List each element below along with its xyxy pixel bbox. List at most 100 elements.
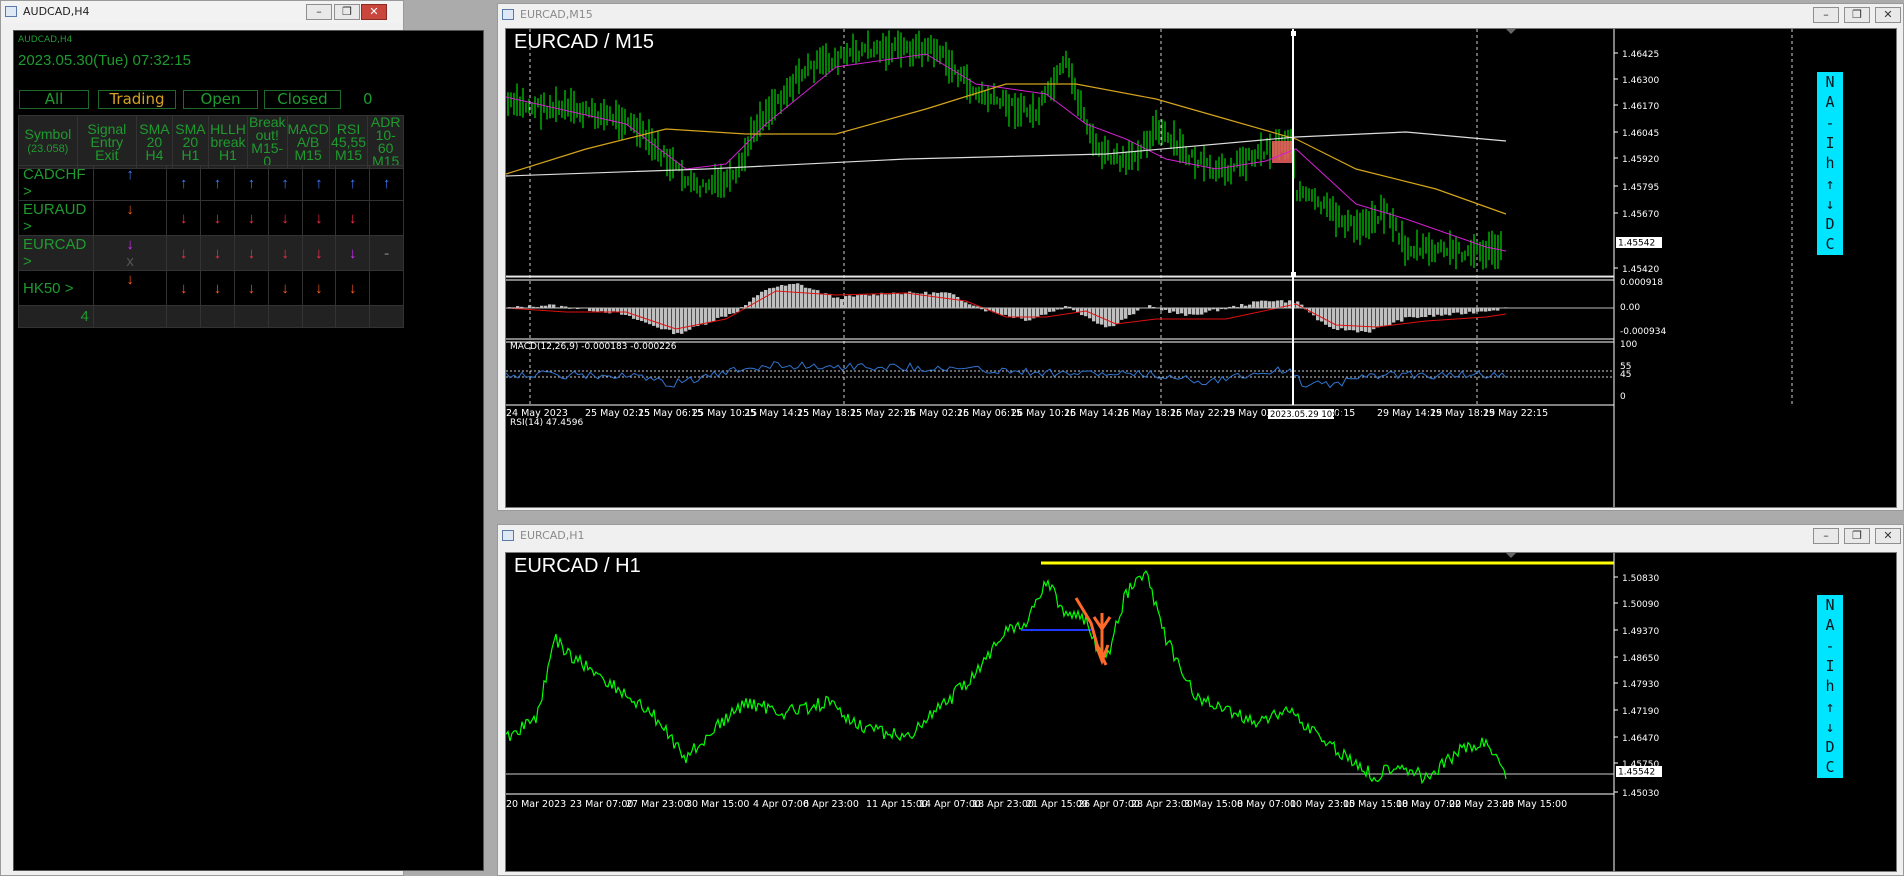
filter-tab-all[interactable]: All bbox=[19, 90, 89, 109]
h1-chart[interactable]: 1.50830 1.50090 1.49370 1.48650 1.47930 1.471… bbox=[505, 552, 1897, 872]
row-expand-icon[interactable]: > bbox=[23, 253, 32, 270]
restore-button[interactable]: ❐ bbox=[334, 4, 360, 20]
m15-chart[interactable]: 1.46425 1.46300 1.46170 1.46045 1.45920 1.457… bbox=[505, 28, 1897, 508]
close-button[interactable]: ✕ bbox=[1875, 7, 1901, 23]
macd-histogram-bar bbox=[724, 308, 728, 317]
macd-histogram-bar bbox=[636, 308, 640, 320]
macd-histogram-bar bbox=[1264, 300, 1268, 308]
macd-histogram-bar bbox=[1260, 300, 1264, 308]
window-title-bar[interactable]: AUDCAD,H4 – ❐ ✕ bbox=[1, 1, 403, 23]
table-row[interactable]: EURAUD > ↓ ↓ ↓ ↓ ↓ ↓ ↓ bbox=[18, 200, 404, 236]
entry-arrow-icon: ↓ bbox=[126, 201, 134, 218]
macd-histogram-bar bbox=[776, 286, 780, 308]
row-expand-icon[interactable]: > bbox=[23, 218, 32, 235]
side-button-2[interactable]: - bbox=[1817, 635, 1843, 657]
side-button-7[interactable]: D bbox=[1817, 737, 1843, 759]
filter-tab-closed-label: Closed bbox=[277, 90, 328, 108]
sma-h1-h3: H1 bbox=[181, 146, 200, 163]
filter-tab-trading[interactable]: Trading bbox=[98, 90, 176, 109]
macd-histogram-bar bbox=[948, 292, 952, 308]
macd-histogram-bar bbox=[800, 284, 804, 308]
side-button-1[interactable]: A bbox=[1817, 615, 1843, 637]
side-button-0[interactable]: N bbox=[1817, 595, 1843, 616]
time-tick-label: 18 Apr 23:00 bbox=[972, 799, 1034, 810]
m15-title-bar[interactable]: EURCAD,M15 – ❐ ✕ bbox=[498, 4, 1903, 26]
rsi-tick-label: 45 bbox=[1620, 370, 1631, 380]
minimize-button[interactable]: – bbox=[1813, 7, 1839, 23]
macd-histogram-bar bbox=[892, 292, 896, 308]
minimize-button[interactable]: – bbox=[306, 4, 332, 20]
macd-histogram-bar bbox=[804, 287, 808, 308]
macd-histogram-bar bbox=[1120, 308, 1124, 320]
close-button[interactable]: ✕ bbox=[361, 4, 387, 20]
macd-histogram-bar bbox=[1256, 301, 1260, 308]
macd-histogram-bar bbox=[920, 293, 924, 308]
macd-histogram-bar bbox=[1076, 308, 1080, 313]
price-tick-label: 1.46045 bbox=[1622, 129, 1659, 139]
side-button-3[interactable]: I bbox=[1817, 132, 1843, 154]
rsi-label: RSI(14) 47.4596 bbox=[510, 418, 584, 428]
close-button[interactable]: ✕ bbox=[1875, 528, 1901, 544]
time-tick-label: 6 Apr 23:00 bbox=[803, 799, 859, 810]
macd-histogram-bar bbox=[620, 308, 624, 315]
side-button-5[interactable]: ↑ bbox=[1817, 173, 1843, 195]
side-button-5[interactable]: ↑ bbox=[1817, 696, 1843, 718]
side-button-4[interactable]: h bbox=[1817, 153, 1843, 175]
h1-title-bar[interactable]: EURCAD,H1 – ❐ ✕ bbox=[498, 525, 1903, 547]
macd-histogram-bar bbox=[860, 294, 864, 308]
signal-cell: ↓ bbox=[92, 200, 168, 236]
shift-marker-icon bbox=[1506, 29, 1516, 34]
entry-zone-marker bbox=[1272, 141, 1293, 163]
side-button-1[interactable]: A bbox=[1817, 92, 1843, 114]
row-expand-icon[interactable]: > bbox=[61, 280, 74, 297]
row-expand-icon[interactable]: > bbox=[23, 183, 32, 200]
rsi-arrow-icon: ↑ bbox=[348, 174, 357, 192]
macd-histogram-bar bbox=[1084, 308, 1088, 317]
macd-histogram-bar bbox=[1000, 308, 1004, 316]
symbol-scanner-window: AUDCAD,H4 – ❐ ✕ AUDCAD,H4 2023.05.30(Tue… bbox=[0, 0, 484, 876]
price-tick-label: 1.45030 bbox=[1622, 789, 1659, 799]
table-row[interactable]: CADCHF > ↑ ↑ ↑ ↑ ↑ ↑ ↑ ↑ bbox=[18, 165, 404, 201]
restore-button[interactable]: ❐ bbox=[1844, 528, 1870, 544]
macd-histogram-bar bbox=[1036, 308, 1040, 317]
macd-histogram-bar bbox=[872, 293, 876, 308]
side-button-6[interactable]: ↓ bbox=[1817, 193, 1843, 215]
macd-histogram-bar bbox=[956, 296, 960, 308]
macd-histogram-bar bbox=[952, 294, 956, 308]
restore-button[interactable]: ❐ bbox=[1844, 7, 1870, 23]
crosshair-handle-bottom[interactable] bbox=[1291, 272, 1296, 277]
filter-tab-open-label: Open bbox=[200, 90, 241, 108]
col-breakout-header: Break out! M15-0 bbox=[247, 115, 288, 169]
macd-histogram-bar bbox=[932, 292, 936, 308]
filter-tab-open[interactable]: Open bbox=[183, 90, 258, 109]
entry-arrow-icon: ↑ bbox=[126, 166, 134, 183]
macd-histogram-bar bbox=[1468, 308, 1472, 312]
side-button-6[interactable]: ↓ bbox=[1817, 716, 1843, 738]
table-header-row: Symbol (23.058) Signal Entry Exit SMA 20 H4 … bbox=[18, 115, 404, 169]
macd-arrow-icon: ↑ bbox=[315, 174, 323, 192]
macd-histogram-bar bbox=[968, 304, 972, 308]
side-button-8[interactable]: C bbox=[1817, 234, 1843, 256]
macd-histogram-bar bbox=[1328, 308, 1332, 328]
side-button-4[interactable]: h bbox=[1817, 676, 1843, 698]
table-row[interactable]: EURCAD > ↓x ↓ ↓ ↓ ↓ ↓ ↓ - bbox=[18, 235, 404, 271]
table-row[interactable]: HK50 > ↓ ↓ ↓ ↓ ↓ ↓ ↓ bbox=[18, 270, 404, 306]
macd-histogram-bar bbox=[936, 292, 940, 308]
side-button-3[interactable]: I bbox=[1817, 655, 1843, 677]
side-button-8[interactable]: C bbox=[1817, 757, 1843, 779]
macd-label: MACD(12,26,9) -0.000183 -0.000226 bbox=[510, 342, 677, 352]
macd-histogram-bar bbox=[888, 294, 892, 308]
macd-tick-label: 0.00 bbox=[1620, 303, 1640, 313]
macd-histogram-bar bbox=[1268, 301, 1272, 308]
side-button-7[interactable]: D bbox=[1817, 214, 1843, 236]
macd-arrow-icon: ↓ bbox=[315, 209, 323, 227]
macd-histogram-bar bbox=[772, 287, 776, 308]
hllh-arrow-icon: ↑ bbox=[247, 174, 256, 192]
col-sma-h4-header: SMA 20 H4 bbox=[135, 115, 173, 169]
side-button-2[interactable]: - bbox=[1817, 112, 1843, 134]
filter-tab-closed[interactable]: Closed bbox=[264, 90, 341, 109]
side-button-0[interactable]: N bbox=[1817, 72, 1843, 93]
breakout-arrow-icon: ↓ bbox=[281, 244, 289, 262]
minimize-button[interactable]: – bbox=[1813, 528, 1839, 544]
crosshair-handle-top[interactable] bbox=[1291, 31, 1296, 36]
